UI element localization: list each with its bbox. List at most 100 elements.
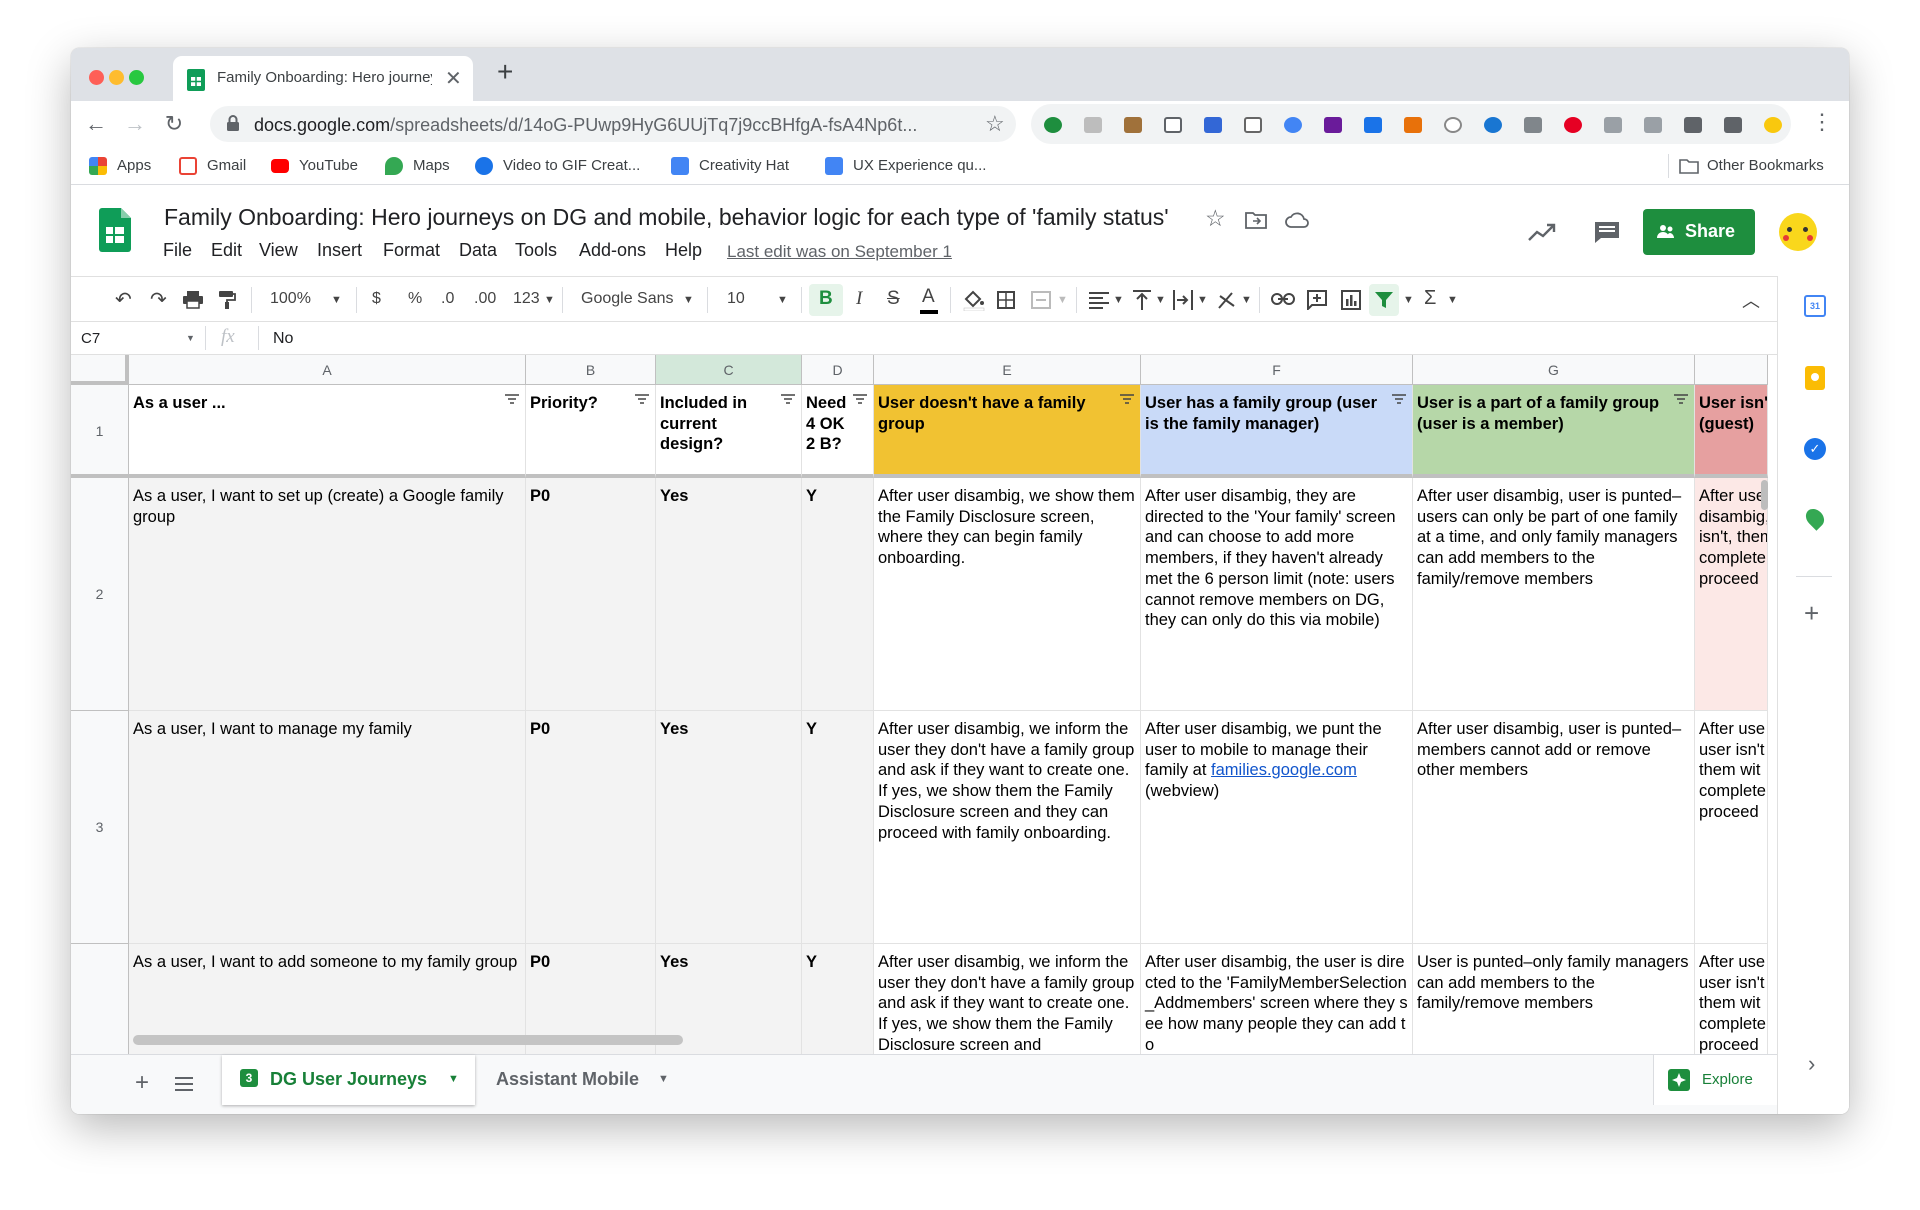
cell-h3[interactable]: After use user isn't them wit complete p… (1695, 711, 1768, 944)
menu-data[interactable]: Data (459, 240, 497, 261)
insert-link-icon[interactable] (1271, 292, 1295, 306)
chevron-down-icon[interactable]: ▼ (1447, 294, 1458, 306)
sheet-tab-dg-user-journeys[interactable]: 3 DG User Journeys ▼ (222, 1055, 475, 1105)
move-folder-icon[interactable] (1245, 211, 1267, 229)
drive-icon[interactable] (1524, 117, 1542, 133)
bookmark-apps[interactable]: Apps (117, 157, 151, 174)
menu-file[interactable]: File (163, 240, 192, 261)
select-all-corner[interactable] (71, 355, 129, 385)
menu-help[interactable]: Help (665, 240, 702, 261)
expand-panel-chevron-icon[interactable]: › (1808, 1051, 1815, 1077)
bookmark-creativity-hat[interactable]: Creativity Hat (699, 157, 789, 174)
extension-icon[interactable] (1084, 117, 1102, 133)
filter-icon[interactable] (505, 394, 519, 404)
cell-g4[interactable]: User is punted–only family managers can … (1413, 944, 1695, 1054)
row-header-3[interactable]: 3 (71, 711, 129, 944)
borders-icon[interactable] (997, 291, 1015, 309)
currency-format-button[interactable]: $ (372, 290, 381, 308)
bookmark-video-to-gif[interactable]: Video to GIF Creat... (503, 157, 640, 174)
more-formats-button[interactable]: 123 (513, 290, 540, 308)
pinterest-icon[interactable] (1564, 117, 1582, 133)
cell-h4[interactable]: After use user isn't them wit complete p… (1695, 944, 1768, 1054)
bold-icon[interactable]: B (819, 288, 833, 310)
chevron-down-icon[interactable]: ▼ (544, 294, 555, 306)
address-bar[interactable]: docs.google.com/spreadsheets/d/14oG-PUwp… (210, 106, 1016, 142)
font-family-select[interactable]: Google Sans (581, 290, 674, 308)
cell-a2[interactable]: As a user, I want to set up (create) a G… (129, 478, 526, 711)
cell-d2[interactable]: Y (802, 478, 874, 711)
column-header-a[interactable]: A (129, 355, 526, 385)
cell-c3[interactable]: Yes (656, 711, 802, 944)
tasks-icon[interactable]: ✓ (1804, 438, 1826, 460)
extension-icon[interactable] (1444, 117, 1462, 133)
chevron-down-icon[interactable]: ▼ (1057, 294, 1068, 306)
cell-d3[interactable]: Y (802, 711, 874, 944)
sheets-logo-icon[interactable] (99, 208, 131, 252)
align-left-icon[interactable] (1089, 291, 1109, 309)
insert-chart-icon[interactable] (1341, 290, 1361, 310)
collapse-toolbar-icon[interactable]: ︿ (1742, 287, 1760, 313)
star-icon[interactable]: ☆ (1205, 205, 1226, 232)
cell-c2[interactable]: Yes (656, 478, 802, 711)
column-header-c[interactable]: C (656, 355, 802, 385)
text-wrap-icon[interactable] (1173, 290, 1193, 310)
extension-icon[interactable] (1244, 117, 1262, 133)
share-button[interactable]: Share (1643, 209, 1755, 255)
chevron-down-icon[interactable]: ▼ (1197, 294, 1208, 306)
back-arrow-icon[interactable]: ← (81, 109, 111, 139)
extension-icon[interactable] (1404, 117, 1422, 133)
insert-comment-icon[interactable] (1307, 290, 1327, 310)
account-avatar[interactable] (1779, 213, 1817, 251)
all-sheets-menu-icon[interactable] (175, 1077, 193, 1091)
text-color-icon[interactable]: A (922, 286, 935, 308)
maximize-window-button[interactable] (129, 70, 144, 85)
zoom-select[interactable]: 100% (270, 290, 311, 308)
filter-icon[interactable] (1392, 394, 1406, 404)
cell-f2[interactable]: After user disambig, they are directed t… (1141, 478, 1413, 711)
chevron-down-icon[interactable]: ▼ (1403, 294, 1414, 306)
other-bookmarks[interactable]: Other Bookmarks (1707, 157, 1824, 174)
activity-trend-icon[interactable] (1527, 222, 1557, 242)
chevron-down-icon[interactable]: ▼ (331, 294, 342, 306)
menu-tools[interactable]: Tools (515, 240, 557, 261)
cell-h2[interactable]: After user disambig, user isn't, them wi… (1695, 478, 1768, 711)
paint-format-icon[interactable] (218, 290, 236, 310)
bookmark-ux-experience[interactable]: UX Experience qu... (853, 157, 986, 174)
chevron-down-icon[interactable]: ▼ (448, 1073, 459, 1085)
new-tab-button[interactable]: + (497, 56, 513, 88)
minimize-window-button[interactable] (109, 70, 124, 85)
horizontal-scrollbar[interactable] (133, 1035, 683, 1045)
print-icon[interactable] (183, 291, 203, 309)
cell-e2[interactable]: After user disambig, we show them the Fa… (874, 478, 1141, 711)
column-header-g[interactable]: G (1413, 355, 1695, 385)
keep-icon[interactable] (1805, 366, 1825, 390)
extension-icon[interactable] (1124, 117, 1142, 133)
font-size-select[interactable]: 10 (727, 290, 745, 308)
decrease-decimal-button[interactable]: .0 (441, 290, 454, 308)
more-vert-icon[interactable]: ⋮ (1811, 109, 1833, 135)
thumbs-up-icon[interactable] (1644, 117, 1662, 133)
cell-b2[interactable]: P0 (526, 478, 656, 711)
functions-sigma-icon[interactable]: Σ (1424, 287, 1436, 310)
last-edit-link[interactable]: Last edit was on September 1 (727, 242, 952, 262)
filter-icon[interactable] (1375, 291, 1393, 309)
document-title[interactable]: Family Onboarding: Hero journeys on DG a… (164, 204, 1169, 231)
name-box[interactable]: C7 (81, 330, 100, 347)
column-header-h[interactable] (1695, 355, 1768, 385)
menu-add-ons[interactable]: Add-ons (579, 240, 646, 261)
add-addon-icon[interactable]: + (1804, 598, 1819, 629)
chevron-down-icon[interactable]: ▼ (777, 294, 788, 306)
bookmark-maps[interactable]: Maps (413, 157, 450, 174)
menu-view[interactable]: View (259, 240, 298, 261)
filter-icon[interactable] (635, 394, 649, 404)
cell-e3[interactable]: After user disambig, we inform the user … (874, 711, 1141, 944)
cell-a3[interactable]: As a user, I want to manage my family (129, 711, 526, 944)
bookmark-star-icon[interactable]: ☆ (985, 111, 1005, 137)
cloud-status-icon[interactable] (1285, 212, 1309, 228)
cell-d4[interactable]: Y (802, 944, 874, 1054)
cell-f4[interactable]: After user disambig, the user is directe… (1141, 944, 1413, 1054)
filter-icon[interactable] (781, 394, 795, 404)
maps-pin-icon[interactable] (1802, 505, 1828, 531)
extension-icon[interactable] (1284, 117, 1302, 133)
filter-icon[interactable] (1120, 394, 1134, 404)
